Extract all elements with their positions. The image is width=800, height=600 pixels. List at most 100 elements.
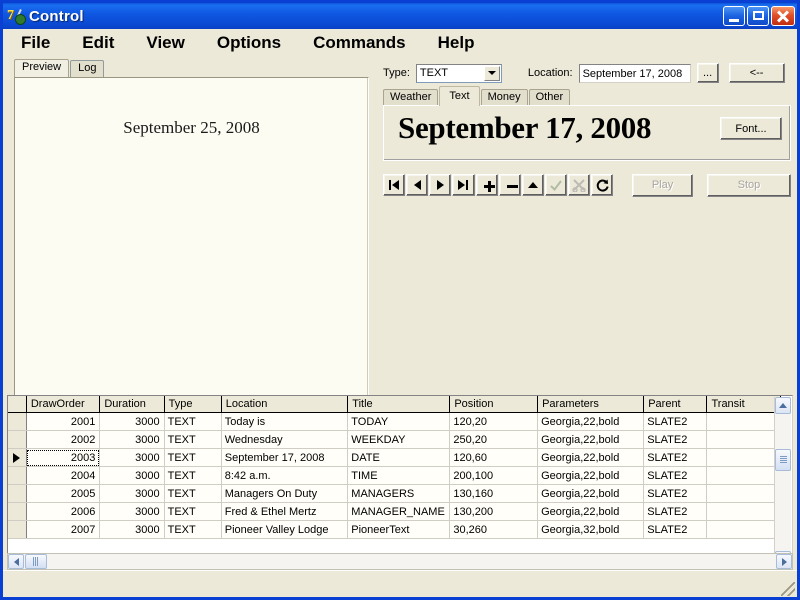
previous-record-button[interactable] xyxy=(406,174,429,196)
vertical-scroll-thumb[interactable] xyxy=(775,449,791,471)
chevron-down-icon[interactable] xyxy=(483,65,500,81)
table-cell-type[interactable]: TEXT xyxy=(164,502,222,521)
table-cell-parent[interactable]: SLATE2 xyxy=(643,412,708,431)
tab-money[interactable]: Money xyxy=(480,89,528,106)
menu-edit[interactable]: Edit xyxy=(82,33,114,53)
table-cell-location[interactable]: Today is xyxy=(221,412,349,431)
column-header-parameters[interactable]: Parameters xyxy=(537,396,645,413)
column-header-position[interactable]: Position xyxy=(449,396,539,413)
table-row[interactable]: 2003 3000 TEXT September 17, 2008 DATE 120,60… xyxy=(8,448,781,467)
table-cell-parameters[interactable]: Georgia,22,bold xyxy=(537,484,645,503)
column-header-duration[interactable]: Duration xyxy=(99,396,165,413)
table-cell-parameters[interactable]: Georgia,22,bold xyxy=(537,466,645,485)
table-cell-duration[interactable]: 3000 xyxy=(99,430,165,449)
table-cell-title[interactable]: TIME xyxy=(347,466,451,485)
table-cell-location[interactable]: Managers On Duty xyxy=(221,484,349,503)
table-cell-type[interactable]: TEXT xyxy=(164,484,222,503)
row-selector-cell[interactable] xyxy=(8,466,27,485)
table-cell-duration[interactable]: 3000 xyxy=(99,502,165,521)
menu-view[interactable]: View xyxy=(146,33,184,53)
table-cell-parameters[interactable]: Georgia,32,bold xyxy=(537,520,645,539)
table-cell-draworder[interactable]: 2005 xyxy=(26,484,101,503)
table-cell-location[interactable]: 8:42 a.m. xyxy=(221,466,349,485)
column-header-draworder[interactable]: DrawOrder xyxy=(26,396,101,413)
refresh-button[interactable] xyxy=(591,174,614,196)
scroll-left-button[interactable] xyxy=(8,554,24,569)
records-grid[interactable]: DrawOrder Duration Type Location Title P… xyxy=(7,395,793,570)
minimize-button[interactable] xyxy=(723,6,745,26)
table-cell-position[interactable]: 120,20 xyxy=(449,412,539,431)
table-cell-position[interactable]: 120,60 xyxy=(449,448,539,467)
table-cell-type[interactable]: TEXT xyxy=(164,520,222,539)
table-cell-draworder[interactable]: 2003 xyxy=(26,448,101,467)
row-selector-cell[interactable] xyxy=(8,484,27,503)
table-cell-draworder[interactable]: 2006 xyxy=(26,502,101,521)
table-cell-parent[interactable]: SLATE2 xyxy=(643,484,708,503)
table-row[interactable]: 2002 3000 TEXT Wednesday WEEKDAY 250,20 Georgi… xyxy=(8,430,781,449)
table-cell-draworder[interactable]: 2001 xyxy=(26,412,101,431)
tab-other[interactable]: Other xyxy=(528,89,571,106)
tab-log[interactable]: Log xyxy=(70,60,105,77)
column-header-parent[interactable]: Parent xyxy=(643,396,708,413)
table-row[interactable]: 2005 3000 TEXT Managers On Duty MANAGERS 130,… xyxy=(8,484,781,503)
row-selector-cell[interactable] xyxy=(8,412,27,431)
menu-commands[interactable]: Commands xyxy=(313,33,406,53)
row-selector-cell[interactable] xyxy=(8,520,27,539)
row-selector-cell[interactable] xyxy=(8,430,27,449)
scroll-right-button[interactable] xyxy=(776,554,792,569)
table-cell-transit[interactable] xyxy=(706,520,781,539)
type-combobox[interactable]: TEXT xyxy=(415,63,502,83)
row-selector-cell[interactable] xyxy=(8,448,27,467)
play-button[interactable]: Play xyxy=(632,173,693,197)
table-cell-transit[interactable] xyxy=(706,412,781,431)
table-cell-parameters[interactable]: Georgia,22,bold xyxy=(537,430,645,449)
table-cell-transit[interactable] xyxy=(706,502,781,521)
table-cell-draworder[interactable]: 2002 xyxy=(26,430,101,449)
table-cell-type[interactable]: TEXT xyxy=(164,466,222,485)
table-cell-position[interactable]: 130,200 xyxy=(449,502,539,521)
table-cell-duration[interactable]: 3000 xyxy=(99,466,165,485)
table-row[interactable]: 2004 3000 TEXT 8:42 a.m. TIME 200,100 Georgia,… xyxy=(8,466,781,485)
scroll-up-button[interactable] xyxy=(775,397,791,414)
table-cell-parent[interactable]: SLATE2 xyxy=(643,430,708,449)
column-header-type[interactable]: Type xyxy=(164,396,222,413)
preview-canvas[interactable]: September 25, 2008 xyxy=(14,77,369,432)
table-cell-location[interactable]: Pioneer Valley Lodge xyxy=(221,520,349,539)
table-cell-transit[interactable] xyxy=(706,484,781,503)
table-cell-position[interactable]: 200,100 xyxy=(449,466,539,485)
table-row[interactable]: 2007 3000 TEXT Pioneer Valley Lodge PioneerT… xyxy=(8,520,781,539)
table-cell-position[interactable]: 30,260 xyxy=(449,520,539,539)
tab-text[interactable]: Text xyxy=(439,86,480,106)
table-cell-parent[interactable]: SLATE2 xyxy=(643,502,708,521)
table-cell-location[interactable]: Fred & Ethel Mertz xyxy=(221,502,349,521)
table-cell-duration[interactable]: 3000 xyxy=(99,520,165,539)
edit-record-button[interactable] xyxy=(521,174,544,196)
menu-file[interactable]: File xyxy=(21,33,50,53)
add-record-button[interactable] xyxy=(475,174,498,196)
table-cell-parent[interactable]: SLATE2 xyxy=(643,466,708,485)
first-record-button[interactable] xyxy=(383,174,406,196)
table-cell-duration[interactable]: 3000 xyxy=(99,448,165,467)
grid-vertical-scrollbar[interactable] xyxy=(774,397,791,568)
table-cell-location[interactable]: Wednesday xyxy=(221,430,349,449)
table-cell-position[interactable]: 250,20 xyxy=(449,430,539,449)
next-record-button[interactable] xyxy=(429,174,452,196)
location-back-button[interactable]: <-- xyxy=(728,63,785,83)
font-button[interactable]: Font... xyxy=(720,117,782,140)
table-cell-location[interactable]: September 17, 2008 xyxy=(221,448,349,467)
table-cell-title[interactable]: DATE xyxy=(347,448,451,467)
table-cell-transit[interactable] xyxy=(706,430,781,449)
row-selector-cell[interactable] xyxy=(8,502,27,521)
menu-options[interactable]: Options xyxy=(217,33,281,53)
location-input[interactable]: September 17, 2008 xyxy=(578,63,691,83)
table-cell-position[interactable]: 130,160 xyxy=(449,484,539,503)
grid-horizontal-scrollbar[interactable] xyxy=(7,553,793,570)
tab-weather[interactable]: Weather xyxy=(383,89,439,106)
table-cell-parent[interactable]: SLATE2 xyxy=(643,520,708,539)
table-cell-duration[interactable]: 3000 xyxy=(99,484,165,503)
horizontal-scroll-thumb[interactable] xyxy=(25,554,47,569)
table-cell-type[interactable]: TEXT xyxy=(164,412,222,431)
maximize-button[interactable] xyxy=(747,6,769,26)
table-row[interactable]: 2006 3000 TEXT Fred & Ethel Mertz MANAGER_NA… xyxy=(8,502,781,521)
last-record-button[interactable] xyxy=(452,174,475,196)
